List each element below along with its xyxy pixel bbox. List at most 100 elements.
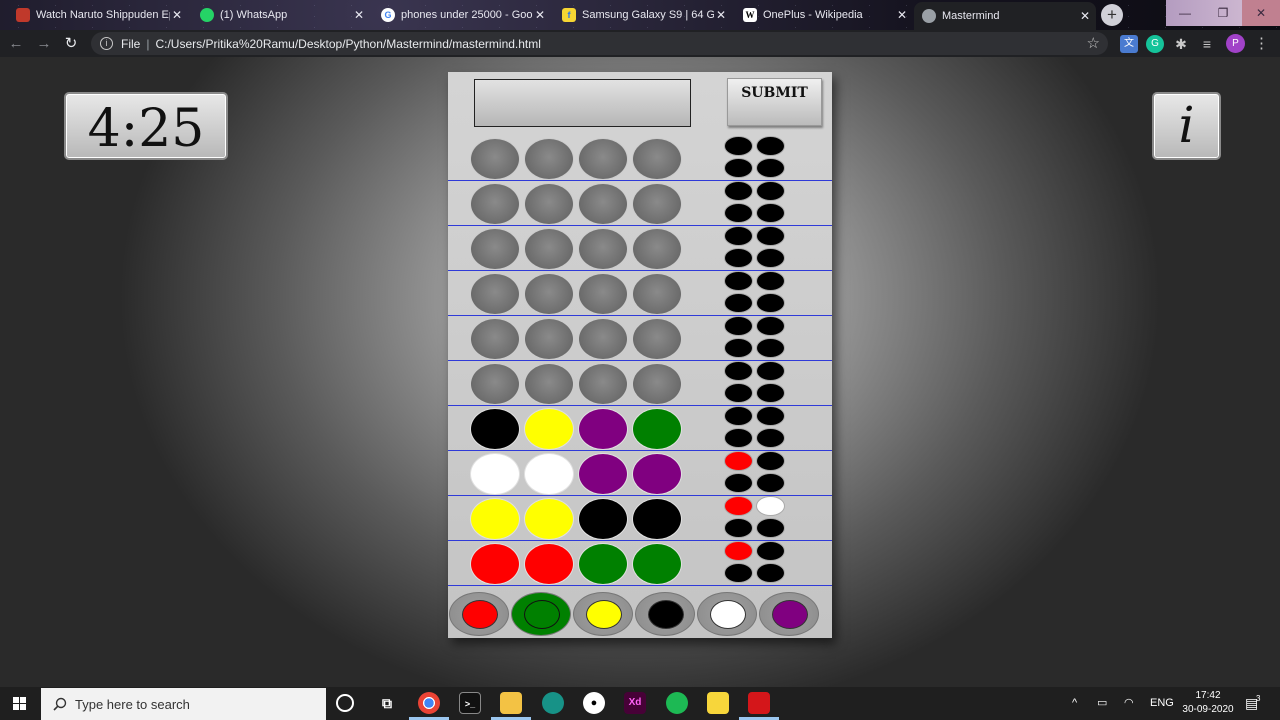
guess-peg-green bbox=[632, 543, 682, 585]
feedback-peg-black bbox=[756, 383, 785, 403]
taskbar-search-box[interactable]: Type here to search bbox=[41, 688, 326, 720]
minimize-icon[interactable]: — bbox=[1166, 0, 1204, 26]
back-arrow-icon[interactable]: ← bbox=[6, 34, 26, 54]
palette-color-black[interactable] bbox=[635, 592, 695, 636]
show-hidden-icons-icon[interactable]: ^ bbox=[1072, 687, 1077, 720]
wifi-icon[interactable]: ◠ bbox=[1124, 687, 1134, 720]
guess-peg-empty[interactable] bbox=[578, 363, 628, 405]
guess-peg-empty[interactable] bbox=[524, 363, 574, 405]
feedback-peg-black bbox=[756, 563, 785, 583]
extensions-puzzle-icon[interactable]: ✱ bbox=[1172, 35, 1190, 53]
feedback-peg-black bbox=[756, 473, 785, 493]
mastermind-page: 4:25 i SUBMIT bbox=[0, 57, 1280, 687]
feedback-peg-black bbox=[756, 136, 785, 156]
guess-row bbox=[448, 496, 832, 541]
palette-color-green[interactable] bbox=[511, 592, 571, 636]
file-explorer-icon[interactable] bbox=[500, 692, 522, 714]
countdown-timer: 4:25 bbox=[64, 92, 228, 160]
close-tab-icon[interactable]: ✕ bbox=[714, 8, 728, 22]
reading-list-icon[interactable]: ≡ bbox=[1198, 35, 1216, 53]
url-text[interactable]: C:/Users/Pritika%20Ramu/Desktop/Python/M… bbox=[155, 37, 540, 51]
windows-start-icon[interactable] bbox=[0, 687, 40, 720]
guess-peg-empty[interactable] bbox=[470, 138, 520, 180]
guess-peg-empty[interactable] bbox=[470, 318, 520, 360]
reload-icon[interactable]: ↻ bbox=[61, 34, 81, 54]
guess-peg-empty[interactable] bbox=[470, 363, 520, 405]
close-tab-icon[interactable]: ✕ bbox=[170, 8, 184, 22]
submit-button[interactable]: SUBMIT bbox=[727, 78, 822, 126]
guess-peg-empty[interactable] bbox=[632, 318, 682, 360]
guess-peg-empty[interactable] bbox=[524, 273, 574, 315]
close-tab-icon[interactable]: ✕ bbox=[1078, 9, 1092, 23]
guess-peg-green bbox=[632, 408, 682, 450]
language-indicator[interactable]: ENG bbox=[1150, 687, 1174, 720]
close-window-icon[interactable]: ✕ bbox=[1242, 0, 1280, 26]
bookmark-star-icon[interactable]: ☆ bbox=[1087, 34, 1100, 52]
palette-color-white[interactable] bbox=[697, 592, 757, 636]
grammarly-extension-icon[interactable]: G bbox=[1146, 35, 1164, 53]
info-icon[interactable]: i bbox=[100, 37, 113, 50]
guess-peg-empty[interactable] bbox=[578, 318, 628, 360]
info-button[interactable]: i bbox=[1152, 92, 1221, 160]
palette-color-purple[interactable] bbox=[759, 592, 819, 636]
cortana-icon[interactable] bbox=[336, 694, 354, 712]
feedback-peg-black bbox=[724, 226, 753, 246]
guess-row bbox=[448, 361, 832, 406]
adobe-xd-icon[interactable]: Xd bbox=[624, 692, 646, 714]
github-icon[interactable]: ● bbox=[583, 692, 605, 714]
task-view-icon[interactable]: ⧉ bbox=[376, 692, 398, 714]
close-tab-icon[interactable]: ✕ bbox=[895, 8, 909, 22]
maximize-icon[interactable]: ❐ bbox=[1204, 0, 1242, 26]
tab-title: Samsung Galaxy S9 | 64 GB bbox=[582, 9, 714, 21]
guess-peg-empty[interactable] bbox=[632, 183, 682, 225]
acrobat-icon[interactable] bbox=[748, 692, 770, 714]
battery-icon[interactable]: ▭ bbox=[1097, 687, 1107, 720]
guess-peg-empty[interactable] bbox=[470, 183, 520, 225]
feedback-peg-red bbox=[724, 451, 753, 471]
profile-avatar[interactable]: P bbox=[1226, 34, 1245, 53]
feedback-peg-black bbox=[724, 181, 753, 201]
guess-peg-empty[interactable] bbox=[578, 228, 628, 270]
tab-1[interactable]: (1) WhatsApp ✕ bbox=[192, 2, 370, 28]
tab-5-active[interactable]: Mastermind ✕ bbox=[914, 2, 1096, 30]
guess-peg-empty[interactable] bbox=[524, 138, 574, 180]
guess-peg-empty[interactable] bbox=[470, 228, 520, 270]
guess-peg-empty[interactable] bbox=[632, 363, 682, 405]
guess-peg-black bbox=[632, 498, 682, 540]
guess-peg-empty[interactable] bbox=[524, 183, 574, 225]
tab-0[interactable]: Watch Naruto Shippuden Ep ✕ bbox=[8, 2, 188, 28]
kebab-menu-icon[interactable]: ⋮ bbox=[1254, 34, 1269, 53]
guess-row bbox=[448, 136, 832, 181]
tab-title: Watch Naruto Shippuden Ep bbox=[36, 9, 170, 21]
gitkraken-icon[interactable] bbox=[542, 692, 564, 714]
palette-color-yellow[interactable] bbox=[573, 592, 633, 636]
new-tab-icon[interactable]: + bbox=[1101, 4, 1123, 26]
guess-row bbox=[448, 541, 832, 586]
close-tab-icon[interactable]: ✕ bbox=[533, 8, 547, 22]
guess-peg-empty[interactable] bbox=[524, 318, 574, 360]
secret-code-box bbox=[474, 79, 691, 127]
guess-peg-empty[interactable] bbox=[578, 183, 628, 225]
chrome-icon[interactable] bbox=[418, 692, 440, 714]
guess-peg-empty[interactable] bbox=[632, 273, 682, 315]
tab-4[interactable]: W OnePlus - Wikipedia ✕ bbox=[735, 2, 913, 28]
guess-peg-empty[interactable] bbox=[632, 228, 682, 270]
tab-title: OnePlus - Wikipedia bbox=[763, 9, 863, 21]
guess-peg-empty[interactable] bbox=[470, 273, 520, 315]
sticky-notes-icon[interactable] bbox=[707, 692, 729, 714]
guess-peg-empty[interactable] bbox=[524, 228, 574, 270]
system-clock[interactable]: 17:42 30-09-2020 bbox=[1178, 689, 1238, 717]
address-bar[interactable]: i File | C:/Users/Pritika%20Ramu/Desktop… bbox=[91, 32, 1108, 55]
terminal-icon[interactable]: >_ bbox=[459, 692, 481, 714]
forward-arrow-icon[interactable]: → bbox=[34, 34, 54, 54]
tab-2[interactable]: G phones under 25000 - Goog ✕ bbox=[373, 2, 551, 28]
guess-peg-empty[interactable] bbox=[632, 138, 682, 180]
close-tab-icon[interactable]: ✕ bbox=[352, 8, 366, 22]
translate-extension-icon[interactable]: 文 bbox=[1120, 35, 1138, 53]
spotify-icon[interactable] bbox=[666, 692, 688, 714]
guess-peg-empty[interactable] bbox=[578, 138, 628, 180]
tab-3[interactable]: f Samsung Galaxy S9 | 64 GB ✕ bbox=[554, 2, 732, 28]
palette-color-red[interactable] bbox=[449, 592, 509, 636]
guess-peg-empty[interactable] bbox=[578, 273, 628, 315]
notification-count: 3 bbox=[1256, 694, 1261, 703]
